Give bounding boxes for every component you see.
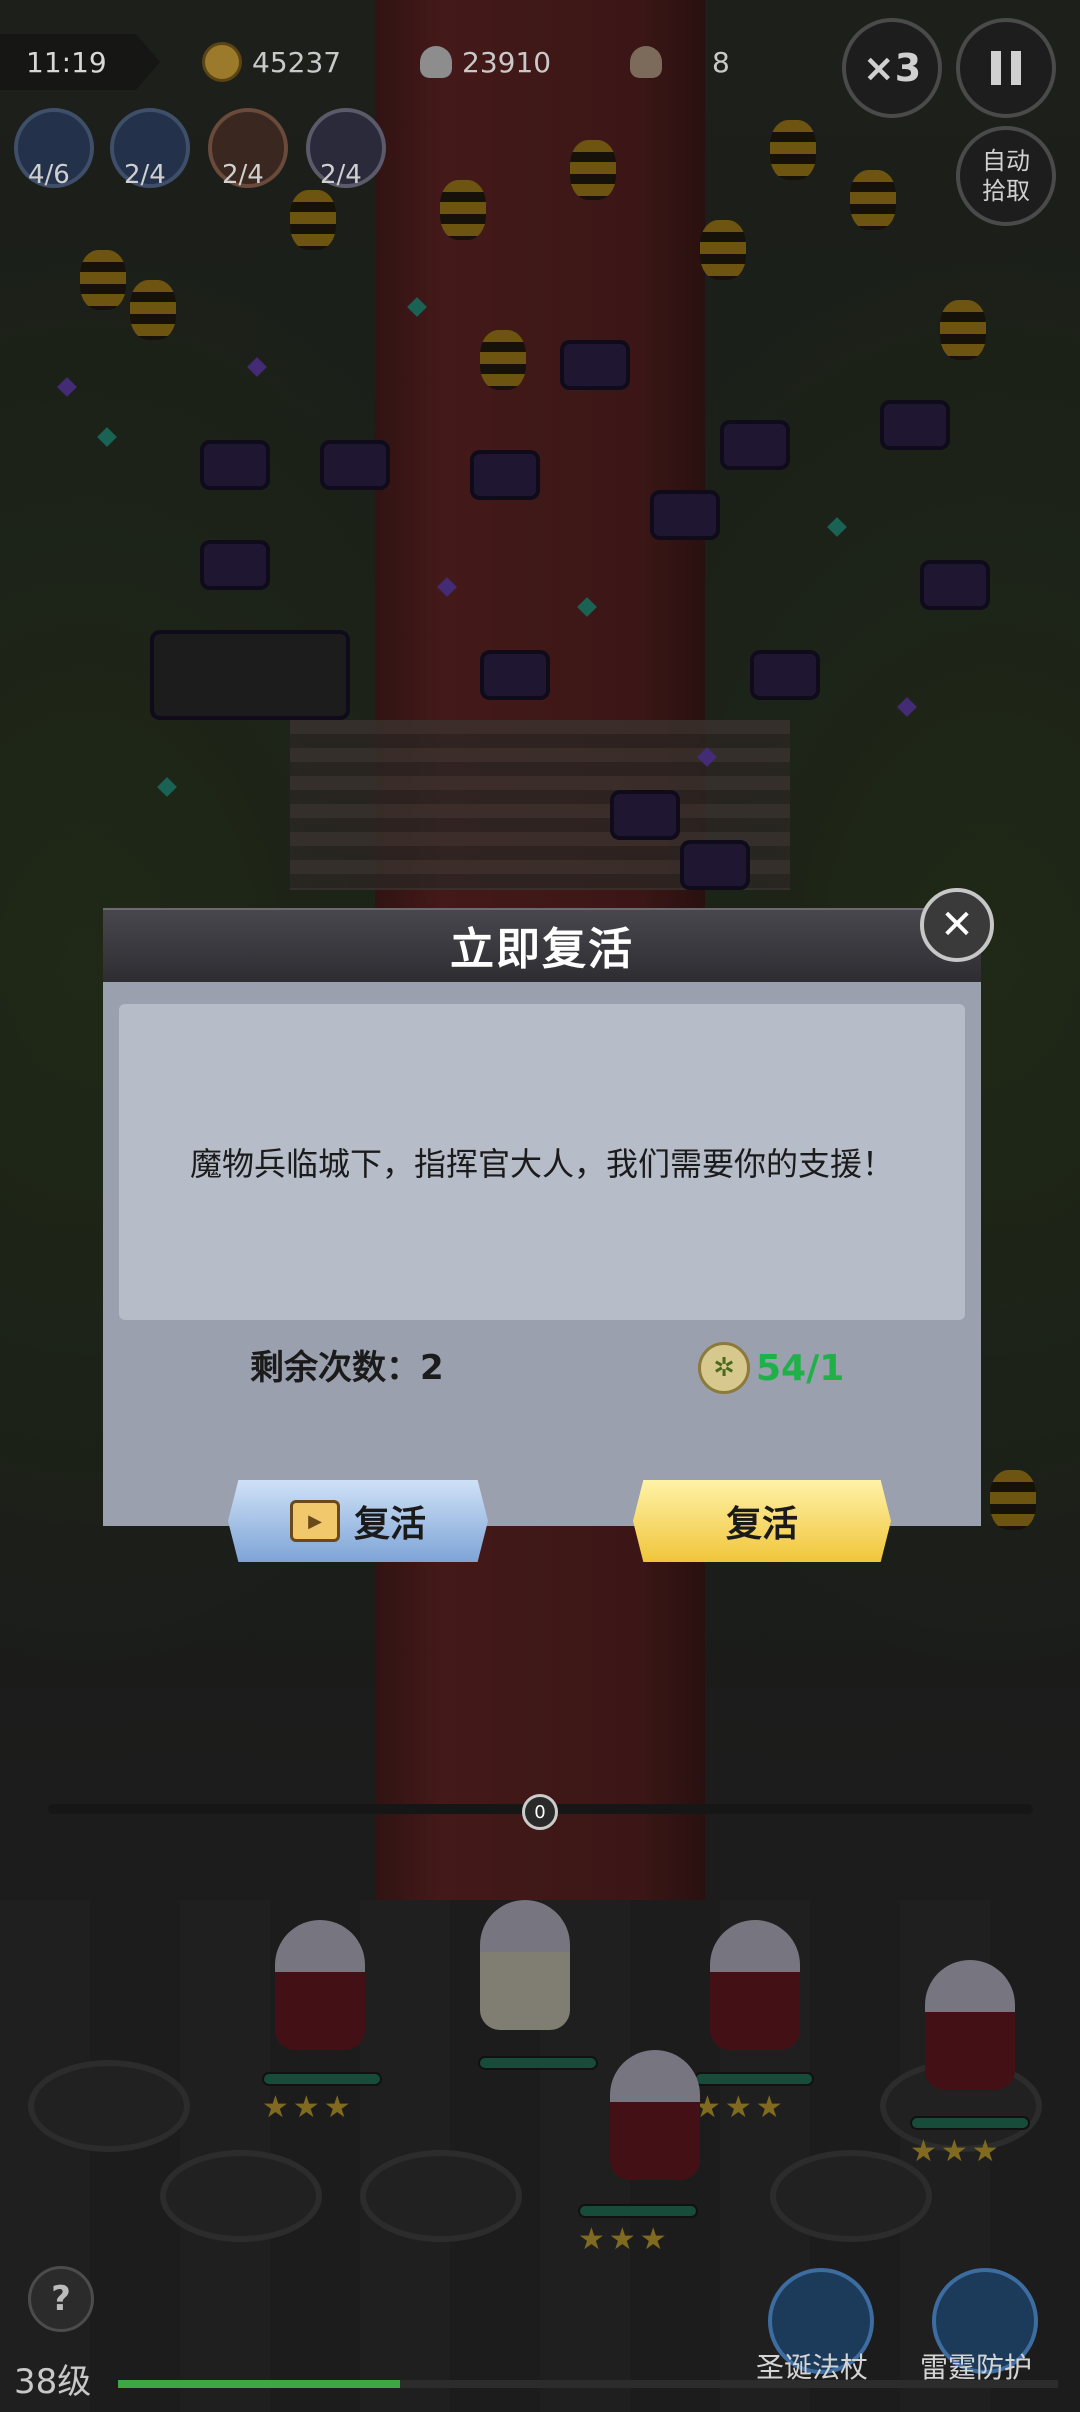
kill-value: 23910 [462,45,552,79]
pause-button[interactable] [956,18,1056,118]
wave-value: 8 [712,45,730,79]
coin-value: 45237 [252,45,342,79]
revive-cost: ✲ 54/1 [698,1342,844,1394]
game-clock: 11:19 [0,34,160,90]
skull-icon [420,46,452,78]
auto-pickup-button[interactable]: 自动 拾取 [956,126,1056,226]
skill-count: 4/6 [28,160,70,190]
wave-counter: 8 [630,40,730,84]
player-level: 38级 [14,2362,92,2402]
skill-count: 2/4 [222,160,264,190]
pause-icon [991,51,1021,85]
kill-counter: 23910 [420,40,551,84]
revive-token-icon: ✲ [698,1342,750,1394]
speed-button[interactable]: ×3 [842,18,942,118]
ad-revive-button[interactable]: ▶ 复活 [228,1480,488,1562]
message-box: 魔物兵临城下，指挥官大人，我们需要你的支援！ [119,1004,965,1320]
demon-icon [630,46,662,78]
skill-count: 2/4 [320,160,362,190]
revive-dialog: 立即复活 魔物兵临城下，指挥官大人，我们需要你的支援！ 剩余次数：2 ✲ 54/… [103,908,981,1562]
coin-icon [202,42,242,82]
dialog-title: 立即复活 [450,924,634,975]
dialog-message: 魔物兵临城下，指挥官大人，我们需要你的支援！ [189,1145,894,1183]
gold-revive-label: 复活 [725,1504,798,1545]
close-icon[interactable]: ✕ [920,888,994,962]
dialog-body: 魔物兵临城下，指挥官大人，我们需要你的支援！ 剩余次数：2 ✲ 54/1 ▶ 复… [103,982,981,1562]
skill-count: 2/4 [124,160,166,190]
xp-bar [118,2380,1058,2388]
xp-fill [118,2380,400,2388]
gold-revive-button[interactable]: 复活 [633,1480,891,1562]
remaining-count: 剩余次数：2 [250,1348,444,1388]
help-button[interactable]: ? [28,2266,94,2332]
tv-ad-icon: ▶ [289,1500,340,1542]
ad-revive-label: 复活 [353,1504,426,1545]
battle-progress-knob[interactable]: 0 [522,1794,558,1830]
coin-counter: 45237 [202,40,341,84]
revive-cost-value: 54/1 [756,1347,845,1389]
